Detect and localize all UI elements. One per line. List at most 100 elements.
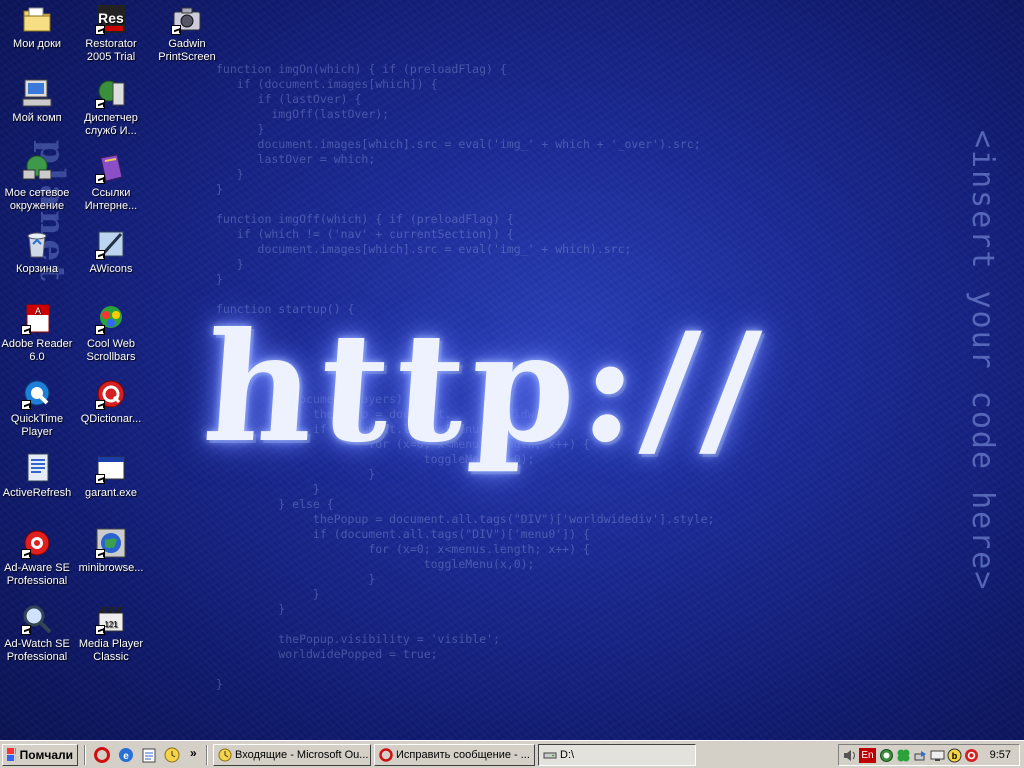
task-button-drive-d[interactable]: D:\ bbox=[538, 744, 696, 766]
quicktime-icon bbox=[21, 378, 53, 410]
task-label: D:\ bbox=[560, 749, 575, 761]
opera-icon[interactable] bbox=[94, 747, 110, 763]
quicklaunch-overflow-button[interactable]: » bbox=[190, 746, 197, 760]
icon-label: Ad-Aware SE Professional bbox=[4, 562, 70, 587]
language-indicator[interactable]: En bbox=[859, 748, 876, 763]
exe-window-icon bbox=[95, 452, 127, 484]
media-player-icon: 121 bbox=[95, 603, 127, 635]
ad-aware-icon bbox=[21, 527, 53, 559]
start-label: Помчали bbox=[19, 748, 73, 762]
clock-icon[interactable] bbox=[164, 747, 180, 763]
internet-links-icon bbox=[95, 152, 127, 184]
shortcut-arrow-icon bbox=[95, 174, 105, 184]
clover-icon[interactable] bbox=[896, 748, 911, 763]
clock[interactable]: 9:57 bbox=[990, 749, 1011, 761]
taskbar: Помчали e » Входящие - Microsoft Ou... И… bbox=[0, 740, 1024, 768]
awicons-icon bbox=[95, 228, 127, 260]
icon-label: AWicons bbox=[89, 263, 133, 275]
shortcut-arrow-icon bbox=[21, 625, 31, 635]
desktop-icon-recycle-bin[interactable]: Корзина bbox=[0, 228, 74, 276]
qdictionary-icon bbox=[95, 378, 127, 410]
desktop-icon-restorator[interactable]: Res Restorator 2005 Trial bbox=[74, 3, 148, 64]
volume-icon[interactable] bbox=[842, 748, 857, 763]
icon-label: ActiveRefresh bbox=[2, 487, 72, 499]
icon-label: Gadwin PrintScreen bbox=[158, 38, 216, 63]
shortcut-arrow-icon bbox=[95, 250, 105, 260]
windows-logo-icon bbox=[7, 748, 16, 762]
icon-label: Мой комп bbox=[12, 112, 62, 124]
icon-label: Restorator 2005 Trial bbox=[85, 38, 137, 63]
desktop-icon-quicktime[interactable]: QuickTime Player bbox=[0, 378, 74, 439]
desktop-icon-awicons[interactable]: AWicons bbox=[74, 228, 148, 276]
shortcut-arrow-icon bbox=[95, 25, 105, 35]
adobe-reader-icon: A bbox=[21, 303, 53, 335]
icon-label: Диспетчер служб И... bbox=[84, 112, 138, 137]
desktop-icon-service-manager[interactable]: Диспетчер служб И... bbox=[74, 77, 148, 138]
shortcut-arrow-icon bbox=[21, 325, 31, 335]
svg-text:b: b bbox=[952, 751, 958, 761]
icon-label: Cool Web Scrollbars bbox=[86, 338, 136, 363]
shortcut-arrow-icon bbox=[21, 549, 31, 559]
desktop-icon-network[interactable]: Мое сетевое окружение bbox=[0, 152, 74, 213]
network-tray-icon[interactable] bbox=[913, 748, 928, 763]
desktop-icon-media-player-classic[interactable]: 121 Media Player Classic bbox=[74, 603, 148, 664]
shortcut-arrow-icon bbox=[95, 400, 105, 410]
ie-icon[interactable]: e bbox=[118, 747, 134, 763]
drive-icon bbox=[543, 752, 557, 759]
desktop-icon-garant[interactable]: garant.exe bbox=[74, 452, 148, 500]
shortcut-arrow-icon bbox=[95, 325, 105, 335]
icon-label: garant.exe bbox=[85, 487, 137, 499]
desktop-icon-my-computer[interactable]: Мой комп bbox=[0, 77, 74, 125]
desktop-icon-gadwin-printscreen[interactable]: Gadwin PrintScreen bbox=[150, 3, 224, 64]
start-button[interactable]: Помчали bbox=[2, 744, 78, 766]
tray-badge-icon[interactable]: b bbox=[947, 748, 962, 763]
cool-web-scrollbars-icon bbox=[95, 303, 127, 335]
desktop-icon-my-documents[interactable]: Мои доки bbox=[0, 3, 74, 51]
camera-icon bbox=[171, 3, 203, 35]
outlook-icon bbox=[218, 748, 232, 762]
svg-text:A: A bbox=[35, 306, 41, 316]
qdictionary-tray-icon[interactable] bbox=[964, 748, 979, 763]
icon-label: Media Player Classic bbox=[78, 638, 144, 663]
shortcut-arrow-icon bbox=[171, 25, 181, 35]
shortcut-arrow-icon bbox=[95, 474, 105, 484]
task-button-outlook[interactable]: Входящие - Microsoft Ou... bbox=[213, 744, 371, 766]
desktop-icon-internet-links[interactable]: Ссылки Интерне... bbox=[74, 152, 148, 213]
icon-label: Корзина bbox=[16, 263, 58, 275]
task-button-opera[interactable]: Исправить сообщение - ... bbox=[374, 744, 535, 766]
desktop-icon-qdictionary[interactable]: QDictionar... bbox=[74, 378, 148, 426]
service-manager-icon bbox=[95, 77, 127, 109]
notepad-icon[interactable] bbox=[141, 747, 157, 763]
network-icon bbox=[21, 152, 53, 184]
svg-text:Res: Res bbox=[98, 10, 124, 26]
desktop-icon-minibrowser[interactable]: minibrowse... bbox=[74, 527, 148, 575]
ad-watch-icon bbox=[21, 603, 53, 635]
opera-icon bbox=[379, 748, 393, 762]
tray-app-icon[interactable] bbox=[879, 748, 894, 763]
icon-label: Ad-Watch SE Professional bbox=[4, 638, 70, 663]
taskbar-separator bbox=[84, 745, 86, 765]
desktop-icon-ad-watch[interactable]: Ad-Watch SE Professional bbox=[0, 603, 74, 664]
task-label: Исправить сообщение - ... bbox=[396, 749, 530, 761]
desktop-icon-adobe-reader[interactable]: A Adobe Reader 6.0 bbox=[0, 303, 74, 364]
shortcut-arrow-icon bbox=[95, 549, 105, 559]
icon-label: Мое сетевое окружение bbox=[4, 187, 70, 212]
activerefresh-icon bbox=[21, 452, 53, 484]
icon-label: minibrowse... bbox=[78, 562, 144, 574]
shortcut-arrow-icon bbox=[21, 400, 31, 410]
display-icon[interactable] bbox=[930, 748, 945, 763]
svg-text:e: e bbox=[123, 751, 129, 762]
icon-label: Мои доки bbox=[12, 38, 62, 50]
folder-documents-icon bbox=[21, 3, 53, 35]
shortcut-arrow-icon bbox=[95, 625, 105, 635]
desktop-icon-cool-web-scrollbars[interactable]: Cool Web Scrollbars bbox=[74, 303, 148, 364]
icon-label: Adobe Reader 6.0 bbox=[1, 338, 73, 363]
shortcut-arrow-icon bbox=[95, 99, 105, 109]
desktop-icon-ad-aware[interactable]: Ad-Aware SE Professional bbox=[0, 527, 74, 588]
minibrowser-icon bbox=[95, 527, 127, 559]
desktop-icon-activerefresh[interactable]: ActiveRefresh bbox=[0, 452, 74, 500]
wallpaper-http-text: http:// bbox=[198, 300, 771, 476]
taskbar-separator bbox=[206, 745, 208, 765]
desktop-wallpaper: function imgOn(which) { if (preloadFlag)… bbox=[0, 0, 1024, 740]
restorator-icon: Res bbox=[95, 3, 127, 35]
